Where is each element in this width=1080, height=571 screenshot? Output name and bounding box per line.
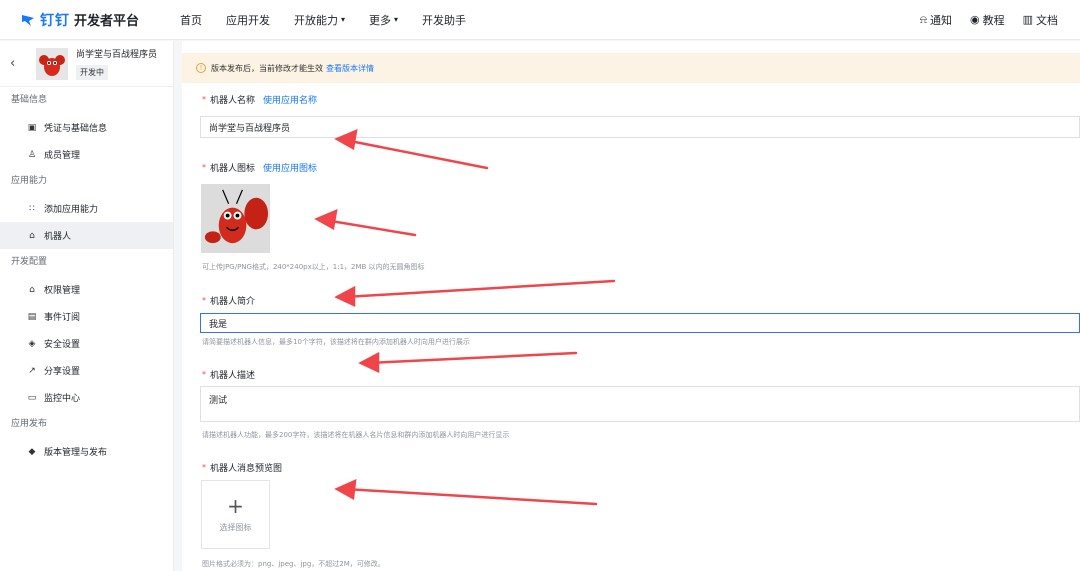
app-name: 尚学堂与百战程序员 <box>76 50 158 60</box>
sidebar-item-label: 分享设置 <box>44 367 81 377</box>
sidebar-item-label: 凭证与基础信息 <box>44 124 108 134</box>
nav-item-3[interactable]: 更多 ▾ <box>369 12 398 28</box>
brand-title: 开发者平台 <box>74 14 140 29</box>
sidebar-item-3-0[interactable]: ◆ 版本管理与发布 <box>0 438 173 465</box>
plus-icon: + <box>227 494 244 518</box>
sidebar-group-title: 基础信息 <box>11 95 48 105</box>
sidebar-item-label: 安全设置 <box>44 340 81 350</box>
sidebar-item-2-0[interactable]: ⌂ 权限管理 <box>0 276 173 303</box>
sidebar-item-1-0[interactable]: ∷ 添加应用能力 <box>0 195 173 222</box>
sidebar-group-title: 应用能力 <box>11 176 48 186</box>
sidebar-item-label: 事件订阅 <box>44 313 81 323</box>
event-icon: ▤ <box>27 311 37 322</box>
main-nav: 首页 应用开发 开放能力 ▾ 更多 ▾ 开发助手 <box>180 12 490 28</box>
robot-name-input[interactable]: 尚学堂与百战程序员 <box>200 116 1080 138</box>
robot-desc-hint: 请描述机器人功能，最多200字符，该描述将在机器人名片信息和群内添加机器人时向用… <box>202 431 510 439</box>
version-icon: ◆ <box>28 446 36 457</box>
banner-text: 版本发布后，当前修改才能生效 <box>211 63 323 73</box>
robot-preview-label: * 机器人消息预览图 <box>202 463 283 474</box>
capability-icon: ∷ <box>29 203 35 214</box>
monitor-icon: ▭ <box>27 392 37 403</box>
main-content: ! 版本发布后，当前修改才能生效 查看版本详情 * 机器人名称 使用应用名称 尚… <box>182 41 1080 571</box>
sidebar-item-label: 机器人 <box>44 232 72 242</box>
robot-intro-hint: 请简要描述机器人信息，最多10个字符，该描述将在群内添加机器人时向用户进行展示 <box>202 338 470 346</box>
sidebar-item-label: 成员管理 <box>44 151 81 161</box>
nav-item-4[interactable]: 开发助手 <box>422 12 466 28</box>
top-action-0[interactable]: ⍾ 通知 <box>920 12 952 28</box>
robot-icon-hint: 可上传JPG/PNG格式，240*240px以上，1:1，2MB 以内的无圆角图… <box>202 263 425 271</box>
sidebar-item-2-1[interactable]: ▤ 事件订阅 <box>0 303 173 330</box>
robot-desc-textarea[interactable]: 测试 <box>200 386 1080 422</box>
shield-icon: ◈ <box>28 338 36 349</box>
app-header: ‹ 尚学堂与百战程序员 开发中 <box>0 41 173 87</box>
book-icon: ▥ <box>1022 13 1033 26</box>
version-notice-banner: ! 版本发布后，当前修改才能生效 查看版本详情 <box>182 53 1080 83</box>
sidebar-group-title: 开发配置 <box>11 257 48 267</box>
nav-item-2[interactable]: 开放能力 ▾ <box>294 12 345 28</box>
top-right-actions: ⍾ 通知 ◉ 教程 ▥ 文档 <box>902 12 1058 28</box>
sidebar-item-1-1[interactable]: ⌂ 机器人 <box>0 222 173 249</box>
nav-item-1[interactable]: 应用开发 <box>226 12 270 28</box>
robot-intro-input[interactable]: 我是 <box>200 313 1080 333</box>
sidebar-item-2-4[interactable]: ▭ 监控中心 <box>0 384 173 411</box>
sidebar-item-label: 版本管理与发布 <box>44 448 108 458</box>
sidebar-item-0-1[interactable]: ♙ 成员管理 <box>0 141 173 168</box>
sidebar-group-title: 应用发布 <box>11 419 48 429</box>
robot-icon: ⌂ <box>29 230 35 241</box>
dingtalk-logo-icon <box>22 14 34 26</box>
nav-item-0[interactable]: 首页 <box>180 12 202 28</box>
brand-ding: 钉钉 <box>40 12 70 29</box>
brand[interactable]: 钉钉 开发者平台 <box>20 10 160 30</box>
location-pin-icon: ◉ <box>969 13 980 26</box>
chevron-down-icon: ▾ <box>394 15 399 24</box>
lock-icon: ⌂ <box>29 284 35 295</box>
robot-intro-label: * 机器人简介 <box>202 296 256 307</box>
sidebar: ‹ 尚学堂与百战程序员 开发中 基础信息 ▣ 凭证与基础信息 ♙ 成员管理应用能力 ∷ 添加… <box>0 41 174 571</box>
back-arrow-icon[interactable]: ‹ <box>10 56 26 71</box>
robot-desc-label: * 机器人描述 <box>202 370 256 381</box>
sidebar-menu: 基础信息 ▣ 凭证与基础信息 ♙ 成员管理应用能力 ∷ 添加应用能力 ⌂ 机器人开发配置 ⌂ 权限管… <box>0 87 173 465</box>
upload-preview-button[interactable]: + 选择图标 <box>201 480 270 549</box>
sidebar-item-2-2[interactable]: ◈ 安全设置 <box>0 330 173 357</box>
robot-name-label: * 机器人名称 使用应用名称 <box>202 93 318 106</box>
use-app-icon-link[interactable]: 使用应用图标 <box>263 161 317 174</box>
sidebar-item-label: 权限管理 <box>44 286 81 296</box>
warning-icon: ! <box>196 63 206 73</box>
robot-icon-image[interactable] <box>201 184 270 253</box>
credential-icon: ▣ <box>27 122 37 133</box>
sidebar-item-0-0[interactable]: ▣ 凭证与基础信息 <box>0 114 173 141</box>
sidebar-item-label: 添加应用能力 <box>44 205 99 215</box>
app-avatar <box>36 47 68 80</box>
status-badge: 开发中 <box>76 65 108 80</box>
use-app-name-link[interactable]: 使用应用名称 <box>263 93 317 106</box>
bell-icon: ⍾ <box>919 12 927 26</box>
share-icon: ↗ <box>28 365 36 376</box>
view-version-link[interactable]: 查看版本详情 <box>326 63 374 74</box>
user-icon: ♙ <box>27 149 37 160</box>
chevron-down-icon: ▾ <box>341 15 346 24</box>
sidebar-item-2-3[interactable]: ↗ 分享设置 <box>0 357 173 384</box>
sidebar-item-label: 监控中心 <box>44 394 81 404</box>
robot-preview-hint: 图片格式必须为：png、jpeg、jpg，不超过2M，可修改。 <box>202 560 385 568</box>
top-action-1[interactable]: ◉ 教程 <box>970 12 1005 28</box>
top-navigation-bar: 钉钉 开发者平台 首页 应用开发 开放能力 ▾ 更多 ▾ 开发助手 ⍾ 通知 ◉ 教程 ▥ 文档 <box>0 0 1080 40</box>
robot-icon-label: * 机器人图标 使用应用图标 <box>202 161 318 174</box>
top-action-2[interactable]: ▥ 文档 <box>1023 12 1058 28</box>
